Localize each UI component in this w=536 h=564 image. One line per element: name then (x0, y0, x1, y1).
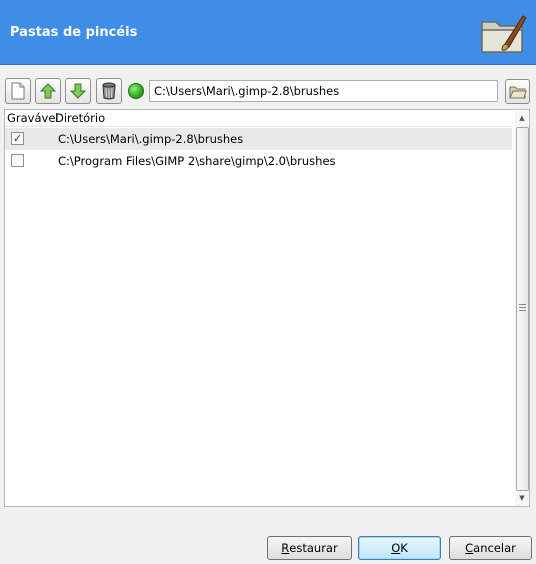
arrow-up-icon (39, 83, 57, 99)
directory-path-text: C:\Users\Mari\.gimp-2.8\brushes (58, 132, 244, 146)
restore-mnemonic: R (281, 541, 290, 555)
ok-label: K (400, 541, 408, 555)
vertical-scrollbar[interactable]: ▲ ▼ (515, 111, 529, 506)
scrollbar-thumb[interactable] (516, 127, 529, 491)
new-folder-button[interactable] (5, 78, 31, 104)
scroll-up-icon[interactable]: ▲ (515, 111, 529, 125)
move-down-button[interactable] (65, 78, 91, 104)
column-header-directory[interactable]: Diretório (55, 110, 105, 126)
cancel-label: ancelar (473, 541, 516, 555)
scroll-down-icon[interactable]: ▼ (515, 491, 529, 505)
cancel-button[interactable]: Cancelar (449, 536, 532, 560)
arrow-down-icon (69, 83, 87, 99)
restore-label: estaurar (289, 541, 338, 555)
directory-list: Gravável Diretório ✓ C:\Users\Mari\.gimp… (4, 109, 530, 507)
ok-mnemonic: O (391, 541, 401, 555)
dialog-header: Pastas de pincéis (0, 0, 536, 65)
folder-open-icon (508, 86, 527, 98)
list-row[interactable]: C:\Program Files\GIMP 2\share\gimp\2.0\b… (5, 150, 512, 172)
writable-checkbox[interactable]: ✓ (11, 132, 24, 145)
column-header-row: Gravável Diretório (5, 110, 512, 127)
folder-brush-icon (481, 15, 527, 53)
ok-button[interactable]: OK (358, 536, 441, 560)
column-header-writable[interactable]: Gravável (7, 110, 59, 126)
writable-checkbox[interactable] (11, 154, 24, 167)
green-status-icon (128, 83, 144, 99)
browse-folder-button[interactable] (505, 79, 530, 104)
cancel-mnemonic: C (465, 541, 474, 555)
delete-button[interactable] (96, 78, 122, 104)
directory-path-input[interactable] (149, 80, 498, 102)
move-up-button[interactable] (35, 78, 61, 104)
restore-button[interactable]: Restaurar (267, 536, 352, 560)
grip-icon (519, 304, 526, 311)
trash-icon (102, 82, 116, 100)
dialog-title: Pastas de pincéis (10, 25, 138, 40)
directory-path-text: C:\Program Files\GIMP 2\share\gimp\2.0\b… (58, 154, 336, 168)
new-document-icon (11, 82, 25, 100)
list-row[interactable]: ✓ C:\Users\Mari\.gimp-2.8\brushes (5, 128, 512, 150)
